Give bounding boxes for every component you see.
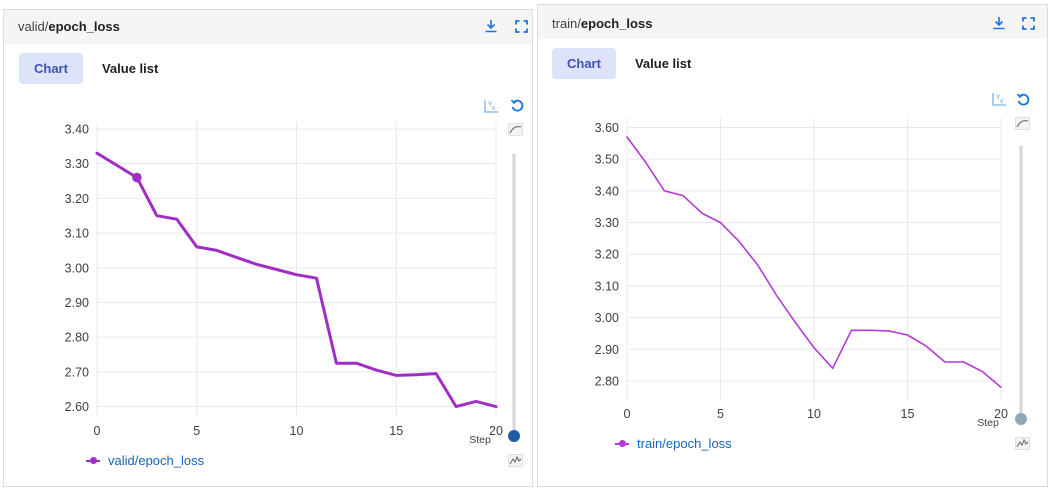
legend-label[interactable]: train/epoch_loss xyxy=(637,436,732,451)
smoothing-slider-thumb[interactable] xyxy=(508,430,520,442)
x-tick-label: 0 xyxy=(94,424,101,438)
x-tick-label: 10 xyxy=(807,407,821,421)
legend: train/epoch_loss xyxy=(615,436,732,451)
y-tick-label: 3.20 xyxy=(595,248,619,262)
highlight-point xyxy=(132,172,142,183)
x-tick-label: 5 xyxy=(717,407,724,421)
chart-plot-train: 2.80 2.90 3.00 3.10 3.20 3.30 3.40 3.50 3.60 0 5 10… xyxy=(595,118,1027,429)
y-tick-label: 3.40 xyxy=(65,122,89,136)
legend-label[interactable]: valid/epoch_loss xyxy=(108,453,204,468)
x-tick-label: 15 xyxy=(389,424,403,438)
legend-swatch xyxy=(86,456,100,466)
y-tick-label: 2.60 xyxy=(65,400,89,414)
y-tick-label: 2.80 xyxy=(65,331,89,345)
y-tick-label: 3.00 xyxy=(65,261,89,275)
x-axis-label: Step xyxy=(469,434,491,446)
x-axis-label: Step xyxy=(977,417,999,429)
y-tick-label: 3.30 xyxy=(65,157,89,171)
legend: valid/epoch_loss xyxy=(86,453,204,468)
chart-card-train: train/epoch_loss Chart Value list Yx 2.8… xyxy=(537,4,1048,487)
y-tick-label: 2.70 xyxy=(65,365,89,379)
y-tick-label: 3.40 xyxy=(595,184,619,198)
y-tick-label: 3.60 xyxy=(595,121,619,135)
chart-plot-valid: 2.60 2.70 2.80 2.90 3.00 3.10 3.20 3.30 3.40 0 5 10… xyxy=(65,122,520,446)
legend-swatch xyxy=(615,439,629,449)
smoothing-slider-thumb[interactable] xyxy=(1015,413,1027,425)
y-tick-label: 3.50 xyxy=(595,153,619,167)
y-tick-label: 3.00 xyxy=(595,311,619,325)
chart-card-valid: valid/epoch_loss Chart Value list Yx 2.6… xyxy=(3,9,533,487)
y-tick-label: 2.90 xyxy=(595,343,619,357)
y-tick-label: 2.90 xyxy=(65,296,89,310)
x-tick-label: 5 xyxy=(193,424,200,438)
x-tick-label: 20 xyxy=(489,424,503,438)
x-tick-label: 15 xyxy=(901,407,915,421)
x-tick-label: 0 xyxy=(624,407,631,421)
y-tick-label: 2.80 xyxy=(595,374,619,388)
x-tick-label: 10 xyxy=(290,424,304,438)
y-tick-label: 3.10 xyxy=(595,279,619,293)
y-tick-label: 3.20 xyxy=(65,192,89,206)
y-tick-label: 3.30 xyxy=(595,216,619,230)
y-tick-label: 3.10 xyxy=(65,227,89,241)
